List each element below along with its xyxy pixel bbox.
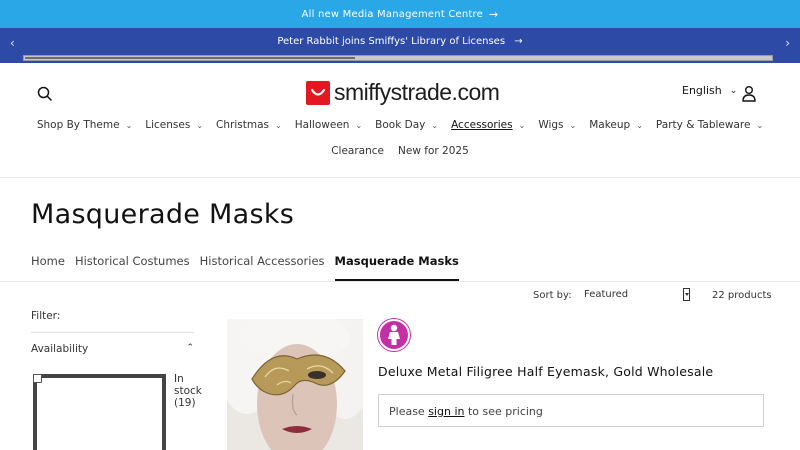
- pricing-prefix: Please: [389, 405, 429, 418]
- chevron-down-icon: ⌄: [196, 120, 204, 130]
- nav-christmas[interactable]: Christmas ⌄: [210, 119, 289, 131]
- nav-halloween[interactable]: Halloween ⌄: [288, 119, 368, 131]
- chevron-down-icon: ⌄: [274, 120, 282, 130]
- nav-label-active: Accessories: [451, 119, 513, 131]
- carousel-message-text[interactable]: Peter Rabbit joins Smiffys' Library of L…: [277, 36, 505, 47]
- availability-label: Availability: [31, 343, 89, 355]
- chevron-down-icon: ⌄: [729, 85, 738, 96]
- carousel-message[interactable]: Peter Rabbit joins Smiffys' Library of L…: [0, 36, 800, 47]
- product-title[interactable]: Deluxe Metal Filigree Half Eyemask, Gold…: [378, 364, 713, 379]
- in-stock-text: In: [174, 373, 184, 385]
- chevron-down-icon: ⌄: [518, 120, 526, 130]
- announcement-bar-top[interactable]: All new Media Management Centre →: [0, 0, 800, 28]
- chevron-down-icon: ⌄: [636, 120, 643, 130]
- site-header: smiffystrade.com English ⌄ Shop By Theme…: [0, 63, 800, 178]
- checkbox-indicator: [33, 374, 42, 383]
- nav-shop-by-theme[interactable]: Shop By Theme ⌄: [30, 119, 138, 131]
- sort-label: Sort by:: [533, 290, 572, 301]
- product-count: 22 products: [712, 290, 772, 301]
- nav-licenses[interactable]: Licenses ⌄: [139, 119, 210, 131]
- language-selector[interactable]: English ⌄: [682, 84, 737, 97]
- nav-label: Book Day: [375, 119, 426, 131]
- sort-value: Featured: [584, 289, 629, 300]
- female-icon: [378, 319, 410, 351]
- filter-label: Filter:: [31, 310, 61, 322]
- nav-party-tableware[interactable]: Party & Tableware ⌄: [649, 119, 769, 131]
- nav-wigs[interactable]: Wigs ⌄: [532, 119, 583, 131]
- page-title: Masquerade Masks: [31, 199, 295, 230]
- chevron-down-icon: ⌄: [756, 120, 764, 130]
- nav-label: Party & Tableware: [655, 119, 751, 131]
- nav-makeup[interactable]: Makeup ⌄: [583, 119, 650, 131]
- horizontal-scrollbar[interactable]: [23, 55, 773, 61]
- chevron-down-icon: ⌄: [569, 120, 577, 130]
- nav-label: Halloween: [294, 119, 350, 131]
- nav-clearance[interactable]: Clearance: [324, 145, 391, 157]
- in-stock-label[interactable]: In stock (19): [174, 373, 204, 409]
- nav-label: Licenses: [145, 119, 191, 131]
- logo-text: smiffystrade.com: [334, 79, 500, 105]
- divider: [31, 332, 194, 333]
- main-nav: Shop By Theme ⌄ Licenses ⌄ Christmas ⌄ Hall…: [0, 119, 800, 131]
- account-icon[interactable]: [741, 85, 757, 102]
- nav-label: Shop By Theme: [36, 119, 120, 131]
- chevron-down-icon: ⌄: [125, 120, 133, 130]
- breadcrumb-historical-accessories[interactable]: Historical Accessories: [200, 254, 325, 281]
- arrow-right-icon: →: [514, 36, 523, 47]
- breadcrumb-current[interactable]: Masquerade Masks: [334, 254, 459, 281]
- chevron-down-icon: ⌄: [431, 120, 439, 130]
- divider: [0, 281, 800, 282]
- search-icon[interactable]: [36, 85, 54, 103]
- nav-book-day[interactable]: Book Day ⌄: [369, 119, 445, 131]
- breadcrumb: Home Historical Costumes Historical Acce…: [31, 254, 469, 281]
- nav-label: Christmas: [216, 119, 269, 131]
- pricing-notice: Please sign in to see pricing: [378, 394, 764, 427]
- in-stock-count: (19): [174, 397, 196, 409]
- language-label: English: [682, 84, 722, 97]
- arrow-right-icon: →: [488, 7, 499, 21]
- sign-in-link[interactable]: sign in: [428, 405, 464, 418]
- nav-label: Makeup: [589, 119, 631, 131]
- sort-select[interactable]: Featured: [584, 288, 692, 303]
- nav-new-for-2025[interactable]: New for 2025: [391, 145, 476, 157]
- scrollbar-thumb[interactable]: [25, 57, 355, 59]
- nav-accessories[interactable]: Accessories ⌄: [445, 119, 532, 131]
- pricing-suffix: to see pricing: [464, 405, 543, 418]
- smile-logo-icon: [306, 80, 330, 105]
- chevron-up-icon: ⌃: [186, 343, 194, 353]
- nav-label: Wigs: [538, 119, 564, 131]
- dropdown-caret-icon: [683, 288, 690, 301]
- in-stock-checkbox[interactable]: [33, 374, 166, 450]
- in-stock-text: stock: [174, 385, 202, 397]
- breadcrumb-home[interactable]: Home: [31, 254, 65, 281]
- breadcrumb-historical-costumes[interactable]: Historical Costumes: [75, 254, 190, 281]
- secondary-nav: Clearance New for 2025: [0, 145, 800, 157]
- announcement-carousel: ‹ Peter Rabbit joins Smiffys' Library of…: [0, 28, 800, 63]
- chevron-down-icon: ⌄: [355, 120, 363, 130]
- product-image[interactable]: [227, 319, 363, 450]
- carousel-next-button[interactable]: ›: [785, 36, 790, 50]
- announcement-text[interactable]: All new Media Management Centre: [302, 9, 483, 20]
- site-logo[interactable]: smiffystrade.com: [306, 79, 500, 106]
- availability-filter-toggle[interactable]: Availability ⌃: [31, 343, 194, 355]
